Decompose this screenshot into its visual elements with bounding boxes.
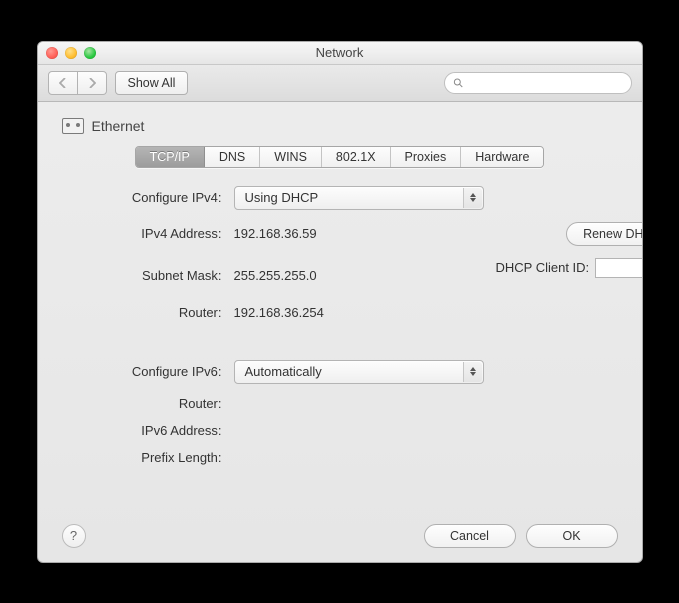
chevron-right-icon: [88, 78, 96, 88]
zoom-button[interactable]: [84, 47, 96, 59]
tab-proxies[interactable]: Proxies: [391, 147, 462, 167]
search-input[interactable]: [468, 75, 622, 91]
tab-8021x[interactable]: 802.1X: [322, 147, 391, 167]
form: Configure IPv4: Using DHCP IPv4 Address:…: [62, 186, 618, 465]
titlebar: Network: [38, 42, 642, 65]
ipv4-router-label: Router:: [62, 305, 222, 320]
configure-ipv6-label: Configure IPv6:: [62, 364, 222, 379]
chevron-left-icon: [59, 78, 67, 88]
ipv4-router-value: 192.168.36.254: [234, 305, 484, 320]
network-preferences-window: Network Show All Ethernet TCP/IP DNS WIN…: [37, 41, 643, 563]
cancel-button[interactable]: Cancel: [424, 524, 516, 548]
sheet: Ethernet TCP/IP DNS WINS 802.1X Proxies …: [38, 102, 642, 562]
minimize-button[interactable]: [65, 47, 77, 59]
search-icon: [453, 77, 464, 89]
renew-dhcp-lease-button[interactable]: Renew DHCP Lease: [566, 222, 642, 246]
traffic-lights: [46, 47, 96, 59]
ok-button[interactable]: OK: [526, 524, 618, 548]
popup-arrows-icon: [463, 362, 482, 382]
tab-hardware[interactable]: Hardware: [461, 147, 543, 167]
configure-ipv4-popup[interactable]: Using DHCP: [234, 186, 484, 210]
close-button[interactable]: [46, 47, 58, 59]
interface-header: Ethernet: [62, 118, 618, 134]
configure-ipv6-value: Automatically: [245, 364, 322, 379]
footer: ? Cancel OK: [62, 514, 618, 548]
ipv6-address-label: IPv6 Address:: [62, 423, 222, 438]
window-title: Network: [38, 45, 642, 60]
configure-ipv4-label: Configure IPv4:: [62, 190, 222, 205]
subnet-mask-value: 255.255.255.0: [234, 268, 484, 283]
ipv6-router-label: Router:: [62, 396, 222, 411]
tabs: TCP/IP DNS WINS 802.1X Proxies Hardware: [135, 146, 545, 168]
tab-tcpip[interactable]: TCP/IP: [136, 147, 205, 167]
help-button[interactable]: ?: [62, 524, 86, 548]
forward-button[interactable]: [78, 71, 107, 95]
dhcp-client-id-input[interactable]: [595, 258, 642, 278]
prefix-length-label: Prefix Length:: [62, 450, 222, 465]
search-field[interactable]: [444, 72, 632, 94]
interface-name: Ethernet: [92, 118, 145, 134]
dhcp-client-id-label: DHCP Client ID:: [496, 260, 590, 275]
show-all-button[interactable]: Show All: [115, 71, 189, 95]
tab-wins[interactable]: WINS: [260, 147, 322, 167]
tab-dns[interactable]: DNS: [205, 147, 260, 167]
ipv4-address-value: 192.168.36.59: [234, 226, 484, 241]
popup-arrows-icon: [463, 188, 482, 208]
toolbar: Show All: [38, 65, 642, 102]
configure-ipv6-popup[interactable]: Automatically: [234, 360, 484, 384]
ipv4-address-label: IPv4 Address:: [62, 226, 222, 241]
nav-back-forward: [48, 71, 107, 95]
configure-ipv4-value: Using DHCP: [245, 190, 319, 205]
back-button[interactable]: [48, 71, 78, 95]
ethernet-icon: [62, 118, 84, 134]
subnet-mask-label: Subnet Mask:: [62, 268, 222, 283]
